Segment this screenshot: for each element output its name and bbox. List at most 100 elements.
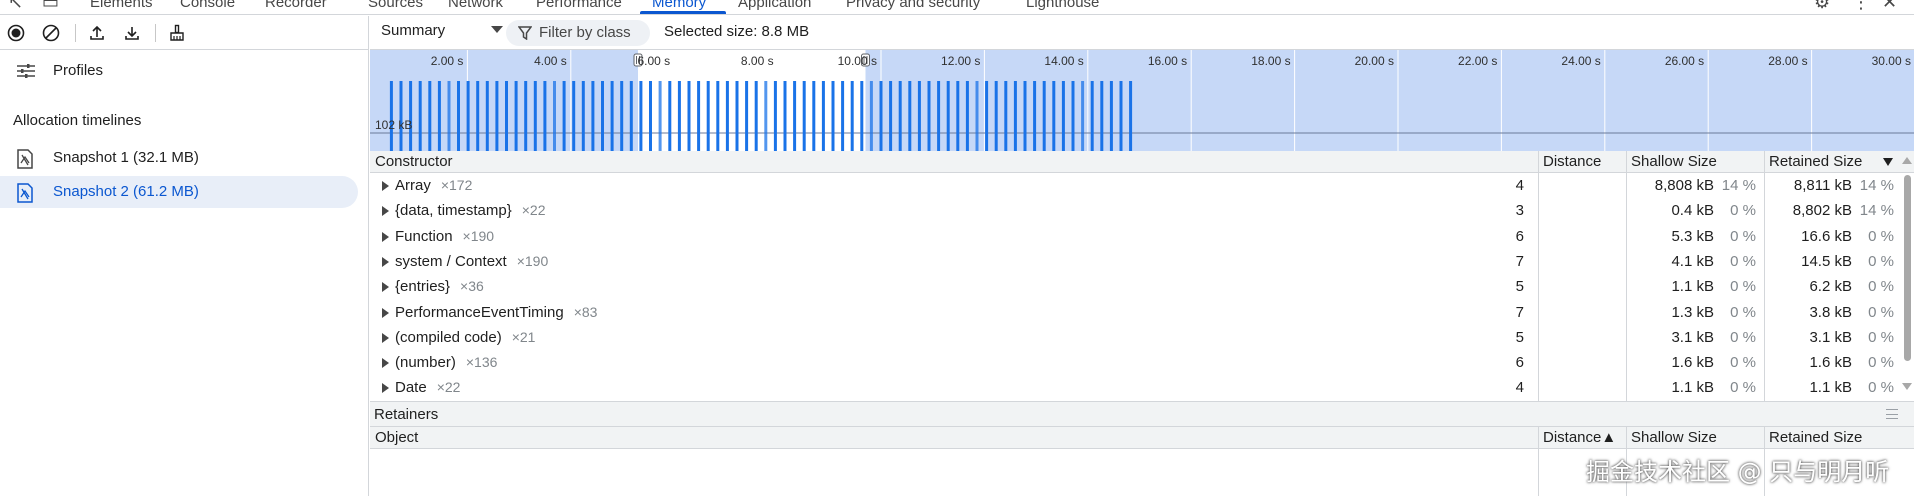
table-row[interactable]: system / Context ×190 7 4.1 kB 0 % 14.5 kB 0 % <box>370 250 1914 275</box>
retained-size-percent: 14 % <box>1859 177 1894 194</box>
devtools-window: ↖ ▭ Elements Console Recorder Sources Ne… <box>0 0 1914 496</box>
table-row[interactable]: Function ×190 6 5.3 kB 0 % 16.6 kB 0 % <box>370 225 1914 250</box>
profiles-header[interactable]: Profiles <box>0 54 369 88</box>
close-devtools-icon[interactable]: ✕ <box>1882 0 1897 13</box>
allocation-bar <box>437 81 441 151</box>
expand-triangle-icon[interactable] <box>382 332 389 343</box>
expand-triangle-icon[interactable] <box>382 358 389 369</box>
more-options-icon[interactable]: ⋮ <box>1852 0 1870 13</box>
retained-size-value: 1.6 kB <box>1809 354 1852 372</box>
col-constructor[interactable]: Constructor <box>375 153 453 170</box>
table-row[interactable]: (compiled code) ×21 5 3.1 kB 0 % 3.1 kB 0 % <box>370 326 1914 351</box>
allocation-bar <box>457 81 460 151</box>
col-shallow-size[interactable]: Shallow Size <box>1631 153 1717 170</box>
profiles-label: Profiles <box>53 62 104 79</box>
expand-triangle-icon[interactable] <box>382 307 389 318</box>
expand-triangle-icon[interactable] <box>382 206 389 217</box>
view-mode-value: Summary <box>381 22 446 39</box>
table-row[interactable]: {data, timestamp} ×22 3 0.4 kB 0 % 8,802 kB 14… <box>370 199 1914 224</box>
constructor-label: PerformanceEventTiming <box>395 303 564 321</box>
timeline-tick-label: 6.00 s <box>637 54 671 68</box>
allocation-bar <box>505 81 508 151</box>
snapshot-item-1[interactable]: Snapshot 1 (32.1 MB) <box>0 142 358 174</box>
record-button[interactable] <box>6 23 26 43</box>
col-shallow-size[interactable]: Shallow Size <box>1631 429 1717 446</box>
retainers-title: Retainers <box>374 406 439 423</box>
tab-recorder[interactable]: Recorder <box>265 0 327 11</box>
resize-grip-icon[interactable] <box>1886 409 1898 419</box>
tab-sources[interactable]: Sources <box>368 0 423 11</box>
constructor-label: {data, timestamp} <box>395 202 512 220</box>
instance-count: ×22 <box>436 379 461 396</box>
allocation-bar <box>745 81 749 151</box>
broom-icon <box>170 24 184 41</box>
col-retained-size[interactable]: Retained Size <box>1769 429 1862 446</box>
load-profile-button[interactable] <box>87 23 107 43</box>
tab-elements[interactable]: Elements <box>90 0 153 11</box>
retained-size-value: 8,802 kB <box>1792 202 1852 220</box>
expand-triangle-icon[interactable] <box>382 282 389 293</box>
tab-console[interactable]: Console <box>180 0 235 11</box>
record-icon <box>7 24 25 42</box>
col-object[interactable]: Object <box>375 429 418 446</box>
timeline-tick-label: 12.00 s <box>941 54 981 68</box>
table-row[interactable]: Array ×172 4 8,808 kB 14 % 8,811 kB 14 % <box>370 174 1914 199</box>
scroll-thumb[interactable] <box>1904 175 1911 361</box>
tab-memory[interactable]: Memory <box>652 0 706 11</box>
retained-size-percent: 0 % <box>1868 278 1894 296</box>
filter-by-class-button[interactable]: Filter by class <box>506 20 650 46</box>
clear-icon <box>42 24 60 42</box>
retained-size-value: 3.1 kB <box>1809 328 1852 346</box>
timeline-tick-label: 26.00 s <box>1664 54 1705 68</box>
table-row[interactable]: PerformanceEventTiming ×83 7 1.3 kB 0 % 3.8 k… <box>370 301 1914 326</box>
timeline-tick-label: 28.00 s <box>1768 54 1808 68</box>
clear-profiles-button[interactable] <box>41 23 61 43</box>
expand-triangle-icon[interactable] <box>382 181 389 191</box>
allocation-bar <box>821 81 825 151</box>
table-row[interactable]: (number) ×136 6 1.6 kB 0 % 1.6 kB 0 % <box>370 351 1914 376</box>
settings-gear-icon[interactable]: ⚙ <box>1814 0 1830 13</box>
table-row[interactable]: {entries} ×36 5 1.1 kB 0 % 6.2 kB 0 % <box>370 275 1914 300</box>
allocation-timeline[interactable]: 2.00 s 4.00 s 6.00 s 8.00 s 10.00 s 12.00 s 14… <box>370 50 1914 151</box>
tab-lighthouse[interactable]: Lighthouse <box>1026 0 1099 11</box>
timeline-tick-label: 22.00 s <box>1458 54 1498 68</box>
constructor-name: (number) ×136 <box>395 354 497 371</box>
snapshot-file-icon <box>16 149 34 173</box>
retainers-panel-header[interactable]: Retainers <box>370 401 1914 427</box>
inspect-element-icon[interactable]: ↖ <box>8 0 23 13</box>
col-distance[interactable]: Distance <box>1543 153 1601 170</box>
sort-descending-icon <box>1883 158 1893 166</box>
profiles-toolbar <box>0 16 369 50</box>
distance-value: 5 <box>1515 278 1524 296</box>
snapshot-label: Snapshot 2 (61.2 MB) <box>53 183 199 200</box>
col-distance[interactable]: Distance▲ <box>1543 429 1616 446</box>
retained-size-percent: 0 % <box>1868 227 1894 245</box>
expand-triangle-icon[interactable] <box>382 256 389 267</box>
table-row[interactable]: Date ×22 4 1.1 kB 0 % 1.1 kB 0 % <box>370 376 1914 401</box>
timeline-tick-label: 24.00 s <box>1561 54 1601 68</box>
shallow-size-value: 0.4 kB <box>1671 202 1714 220</box>
allocation-bar <box>917 81 921 151</box>
distance-value: 7 <box>1515 303 1524 321</box>
tab-application[interactable]: Application <box>738 0 811 11</box>
allocation-bar <box>908 81 912 151</box>
device-toolbar-icon[interactable]: ▭ <box>42 0 59 13</box>
view-mode-select[interactable]: Summary <box>381 22 503 44</box>
allocation-bar <box>447 81 451 151</box>
scroll-up-icon[interactable] <box>1902 157 1912 164</box>
tab-privacy-and-security[interactable]: Privacy and security <box>846 0 980 11</box>
scroll-down-icon[interactable] <box>1902 383 1912 390</box>
tab-network[interactable]: Network <box>448 0 503 11</box>
summary-scrollbar[interactable] <box>1900 151 1914 401</box>
expand-triangle-icon[interactable] <box>382 383 389 394</box>
shallow-size-value: 5.3 kB <box>1671 227 1714 245</box>
tab-performance[interactable]: Performance <box>536 0 622 11</box>
allocation-bar <box>754 81 758 151</box>
expand-triangle-icon[interactable] <box>382 231 389 242</box>
shallow-size-percent: 0 % <box>1730 227 1756 245</box>
shallow-size-value: 1.6 kB <box>1671 354 1714 372</box>
collect-garbage-button[interactable] <box>167 23 187 43</box>
col-retained-size[interactable]: Retained Size <box>1769 153 1862 170</box>
save-profile-button[interactable] <box>122 23 142 43</box>
snapshot-item-2[interactable]: Snapshot 2 (61.2 MB) <box>0 176 358 208</box>
